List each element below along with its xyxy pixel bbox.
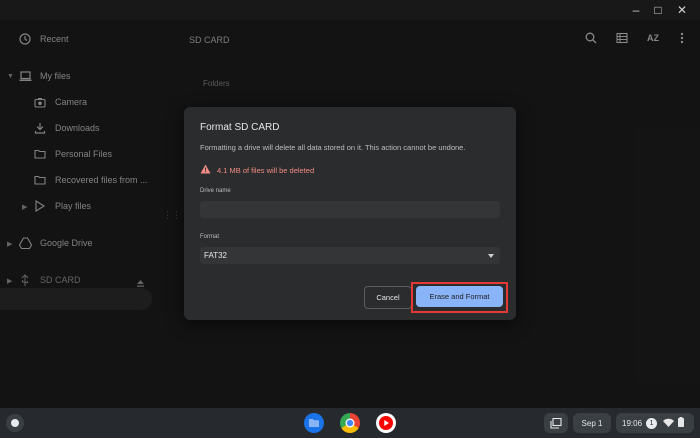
- dialog-description: Formatting a drive will delete all data …: [200, 143, 466, 152]
- dialog-title: Format SD CARD: [200, 122, 280, 133]
- warning-icon: [200, 164, 217, 176]
- drive-name-label: Drive name: [200, 188, 231, 194]
- notification-badge: 1: [646, 417, 658, 429]
- wifi-icon: [663, 418, 675, 429]
- dropdown-arrow-icon: [488, 254, 494, 258]
- drive-name-input[interactable]: [200, 201, 500, 218]
- minimize-icon[interactable]: –: [628, 2, 644, 18]
- files-app-icon[interactable]: [304, 413, 324, 433]
- warning-text: 4.1 MB of files will be deleted: [217, 165, 315, 175]
- title-bar: – □ ✕: [0, 0, 700, 20]
- maximize-icon[interactable]: □: [650, 2, 666, 18]
- time-text: 19:06: [622, 418, 643, 428]
- highlight-box: [411, 282, 508, 313]
- format-select-value: FAT32: [204, 251, 227, 260]
- chrome-icon[interactable]: [340, 413, 360, 433]
- battery-icon: [678, 417, 685, 429]
- launcher-button[interactable]: [6, 414, 24, 432]
- youtube-music-icon[interactable]: [376, 413, 396, 433]
- status-tray[interactable]: 19:06 1: [616, 413, 694, 433]
- format-label: Format: [200, 234, 220, 240]
- cancel-button[interactable]: Cancel: [364, 286, 412, 309]
- shelf: Sep 1 19:06 1: [0, 408, 700, 438]
- format-select[interactable]: FAT32: [200, 247, 500, 264]
- warning-message: 4.1 MB of files will be deleted: [200, 164, 314, 176]
- overview-icon[interactable]: [544, 413, 568, 433]
- date-tray[interactable]: Sep 1: [573, 413, 611, 433]
- close-icon[interactable]: ✕: [674, 2, 690, 18]
